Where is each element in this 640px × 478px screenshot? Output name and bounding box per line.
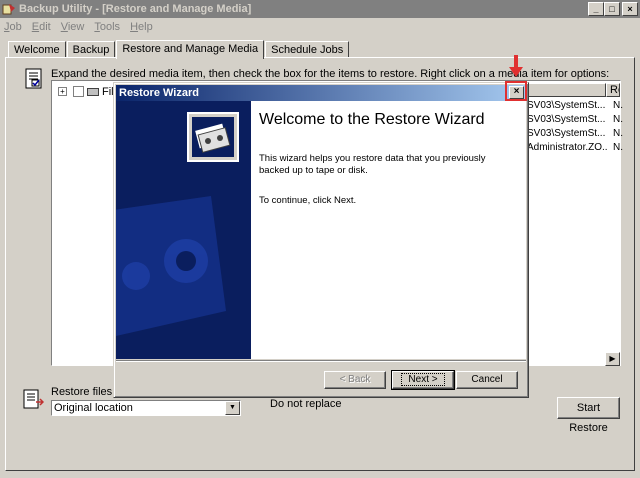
list-header: Re bbox=[522, 83, 620, 97]
list-item-name: SV03\SystemSt... bbox=[527, 114, 606, 125]
list-item[interactable]: SV03\SystemSt... N. bbox=[527, 113, 629, 126]
tree-item-file[interactable]: + File bbox=[58, 85, 120, 98]
menu-edit[interactable]: Edit bbox=[32, 21, 51, 33]
tab-welcome[interactable]: Welcome bbox=[8, 41, 66, 58]
menu-job[interactable]: Job bbox=[4, 21, 22, 33]
dialog-title: Restore Wizard bbox=[119, 87, 199, 99]
maximize-button[interactable]: □ bbox=[604, 2, 620, 16]
tab-backup[interactable]: Backup bbox=[66, 41, 116, 58]
close-button[interactable]: × bbox=[622, 2, 638, 16]
column-header-restore[interactable]: Re bbox=[606, 83, 620, 97]
wizard-content: Welcome to the Restore Wizard This wizar… bbox=[251, 101, 526, 359]
replace-option-text: Do not replace bbox=[270, 398, 342, 410]
restore-location-select[interactable]: Original location ▼ bbox=[51, 400, 241, 416]
cancel-button[interactable]: Cancel bbox=[456, 371, 518, 389]
back-button[interactable]: < Back bbox=[324, 371, 386, 389]
next-button-label: Next > bbox=[401, 373, 445, 386]
menu-help[interactable]: Help bbox=[130, 21, 153, 33]
scroll-right-button[interactable]: ▶ bbox=[605, 352, 620, 366]
restore-checklist-icon bbox=[24, 68, 44, 90]
item-checkbox[interactable] bbox=[73, 86, 84, 97]
restore-instruction: Expand the desired media item, then chec… bbox=[51, 68, 610, 80]
restore-location-value: Original location bbox=[54, 402, 133, 414]
window-titlebar[interactable]: Backup Utility - [Restore and Manage Med… bbox=[0, 0, 640, 18]
wizard-heading: Welcome to the Restore Wizard bbox=[259, 111, 485, 128]
list-item[interactable]: SV03\SystemSt... N. bbox=[527, 127, 629, 140]
tab-schedule-jobs[interactable]: Schedule Jobs bbox=[265, 41, 350, 58]
column-header-name[interactable] bbox=[522, 83, 606, 97]
expand-plus-icon[interactable]: + bbox=[58, 87, 67, 96]
menu-tools[interactable]: Tools bbox=[94, 21, 120, 33]
backup-utility-icon bbox=[2, 2, 16, 16]
next-button[interactable]: Next > bbox=[391, 370, 455, 390]
list-item-name: Administrator.ZO... bbox=[527, 142, 607, 153]
window-title: Backup Utility - [Restore and Manage Med… bbox=[19, 3, 252, 15]
tab-restore-and-manage-media[interactable]: Restore and Manage Media bbox=[116, 40, 265, 59]
dialog-titlebar[interactable]: Restore Wizard × bbox=[116, 85, 526, 101]
tab-strip: Welcome Backup Restore and Manage Media … bbox=[8, 40, 350, 59]
list-item-status: N. bbox=[613, 142, 623, 153]
drive-icon bbox=[87, 87, 99, 96]
list-item-name: SV03\SystemSt... bbox=[527, 100, 606, 111]
list-item[interactable]: Administrator.ZO... N. bbox=[527, 141, 629, 154]
restore-wizard-dialog: Restore Wizard × Welcome to the Restore … bbox=[113, 82, 529, 398]
list-item[interactable]: SV03\SystemSt... N. bbox=[527, 99, 629, 112]
list-item-status: N. bbox=[613, 128, 623, 139]
list-item-name: SV03\SystemSt... bbox=[527, 128, 606, 139]
restore-destination-icon bbox=[22, 388, 45, 410]
minimize-button[interactable]: _ bbox=[588, 2, 604, 16]
menu-bar: Job Edit View Tools Help bbox=[0, 18, 640, 35]
list-item-status: N. bbox=[613, 100, 623, 111]
dropdown-arrow-icon[interactable]: ▼ bbox=[225, 401, 240, 415]
red-arrow-icon bbox=[507, 55, 525, 82]
dialog-separator bbox=[116, 360, 526, 362]
wizard-description: This wizard helps you restore data that … bbox=[259, 153, 486, 176]
wizard-side-banner bbox=[116, 101, 251, 359]
menu-view[interactable]: View bbox=[61, 21, 85, 33]
start-restore-button[interactable]: Start Restore bbox=[557, 397, 620, 434]
list-item-status: N. bbox=[613, 114, 623, 125]
close-highlight-box bbox=[505, 81, 527, 101]
wizard-continue-text: To continue, click Next. bbox=[259, 195, 357, 206]
